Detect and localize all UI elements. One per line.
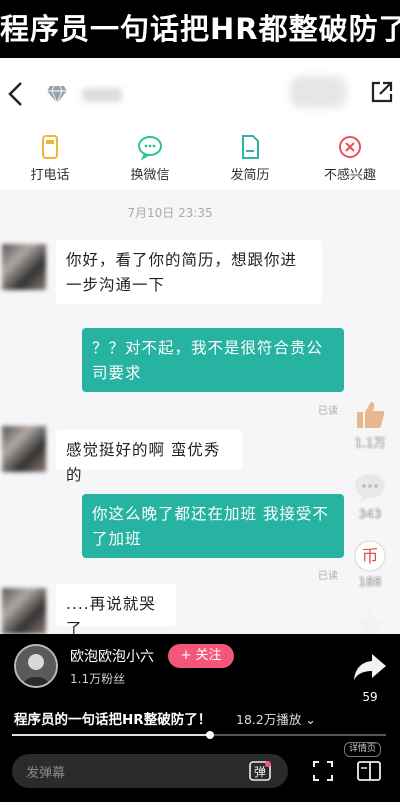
coin-icon: 币 bbox=[354, 540, 386, 572]
danmaku-toggle-icon[interactable]: 弹 bbox=[248, 759, 272, 783]
message-hr-2: 感觉挺好的啊 蛮优秀的 bbox=[56, 430, 242, 484]
message-me-2: 你这么晚了都还在加班 我接受不了加班 bbox=[82, 494, 344, 558]
fans-count: 1.1万粉丝 bbox=[70, 672, 126, 686]
chat-timestamp: 7月10日 23:35 bbox=[127, 206, 213, 220]
action-not-interested: 不感兴趣 bbox=[300, 130, 400, 190]
action-label: 发简历 bbox=[230, 168, 270, 183]
video-info: 欧泡欧泡小六 + 关注 1.1万粉丝 59 程序员的一句话把HR整破防了！ 18… bbox=[0, 634, 400, 802]
fullscreen-icon[interactable] bbox=[312, 760, 334, 782]
like-button[interactable]: 1.1万 bbox=[348, 398, 392, 451]
favorite-button[interactable]: 333 bbox=[348, 607, 392, 634]
danmaku-input[interactable]: 发弹幕 弹 bbox=[12, 754, 288, 788]
message-hr-1: 你好，看了你的简历，想跟你进一步沟通一下 bbox=[56, 240, 322, 304]
resume-icon bbox=[242, 135, 259, 159]
action-label: 打电话 bbox=[30, 168, 70, 183]
danmaku-icon-label: 弹 bbox=[254, 765, 266, 779]
video-player[interactable]: 打电话 换微信 发简历 不感兴趣 7月10日 23:35 你好，看了你的简历，想… bbox=[0, 58, 400, 634]
coin-count: 188 bbox=[358, 575, 382, 589]
blurred-area bbox=[290, 76, 346, 108]
hr-avatar bbox=[2, 244, 46, 290]
video-title: 程序员的一句话把HR整破防了！ bbox=[14, 712, 212, 728]
thumbs-up-icon bbox=[357, 402, 385, 428]
comment-count: 343 bbox=[358, 507, 382, 521]
action-label: 换微信 bbox=[130, 168, 170, 183]
action-call: 打电话 bbox=[0, 130, 100, 190]
phone-icon bbox=[42, 135, 58, 159]
progress-fill bbox=[12, 734, 211, 736]
detail-page-icon[interactable] bbox=[356, 760, 382, 782]
hr-avatar bbox=[2, 426, 46, 472]
banner-title: 程序员一句话把HR都整破防了 bbox=[0, 0, 400, 58]
coin-button[interactable]: 币 188 bbox=[348, 539, 392, 589]
detail-label: 详情页 bbox=[344, 742, 382, 757]
share-icon[interactable] bbox=[352, 648, 388, 684]
action-resume: 发简历 bbox=[200, 130, 300, 190]
author-name[interactable]: 欧泡欧泡小六 bbox=[70, 646, 154, 666]
progress-knob[interactable] bbox=[206, 731, 215, 739]
comment-icon bbox=[355, 474, 385, 502]
hr-avatar bbox=[2, 588, 46, 634]
diamond-icon bbox=[47, 85, 67, 104]
avatar-image-icon bbox=[16, 646, 56, 686]
share-out-icon bbox=[371, 81, 393, 103]
chevron-down-icon: ⌄ bbox=[301, 712, 316, 727]
progress-bar[interactable] bbox=[12, 731, 386, 739]
chat-actions: 打电话 换微信 发简历 不感兴趣 bbox=[0, 130, 400, 190]
read-status: 已读 bbox=[318, 571, 338, 582]
not-interested-icon bbox=[339, 136, 361, 158]
message-hr-3: ....再说就哭了 bbox=[56, 584, 176, 634]
author-avatar[interactable] bbox=[14, 644, 58, 688]
svg-text:币: 币 bbox=[362, 547, 379, 567]
comment-button[interactable]: 343 bbox=[348, 471, 392, 521]
action-label: 不感兴趣 bbox=[323, 168, 376, 183]
action-wechat: 换微信 bbox=[100, 130, 200, 190]
danmaku-placeholder: 发弹幕 bbox=[26, 766, 66, 781]
share-count: 59 bbox=[362, 690, 378, 704]
play-count-label: 18.2万播放 bbox=[236, 712, 302, 727]
read-status: 已读 bbox=[318, 406, 338, 417]
chat-header bbox=[0, 58, 400, 130]
message-me-1: ？？对不起，我不是很符合贵公司要求 bbox=[82, 328, 344, 392]
action-rail: 1.1万 343 币 188 333 bbox=[348, 398, 392, 634]
back-icon bbox=[8, 82, 22, 106]
wechat-icon bbox=[138, 136, 162, 160]
follow-button[interactable]: + 关注 bbox=[168, 644, 234, 668]
like-count: 1.1万 bbox=[354, 436, 386, 450]
play-count[interactable]: 18.2万播放 ⌄ bbox=[236, 709, 316, 728]
star-icon bbox=[354, 609, 386, 634]
blurred-name bbox=[82, 88, 122, 102]
